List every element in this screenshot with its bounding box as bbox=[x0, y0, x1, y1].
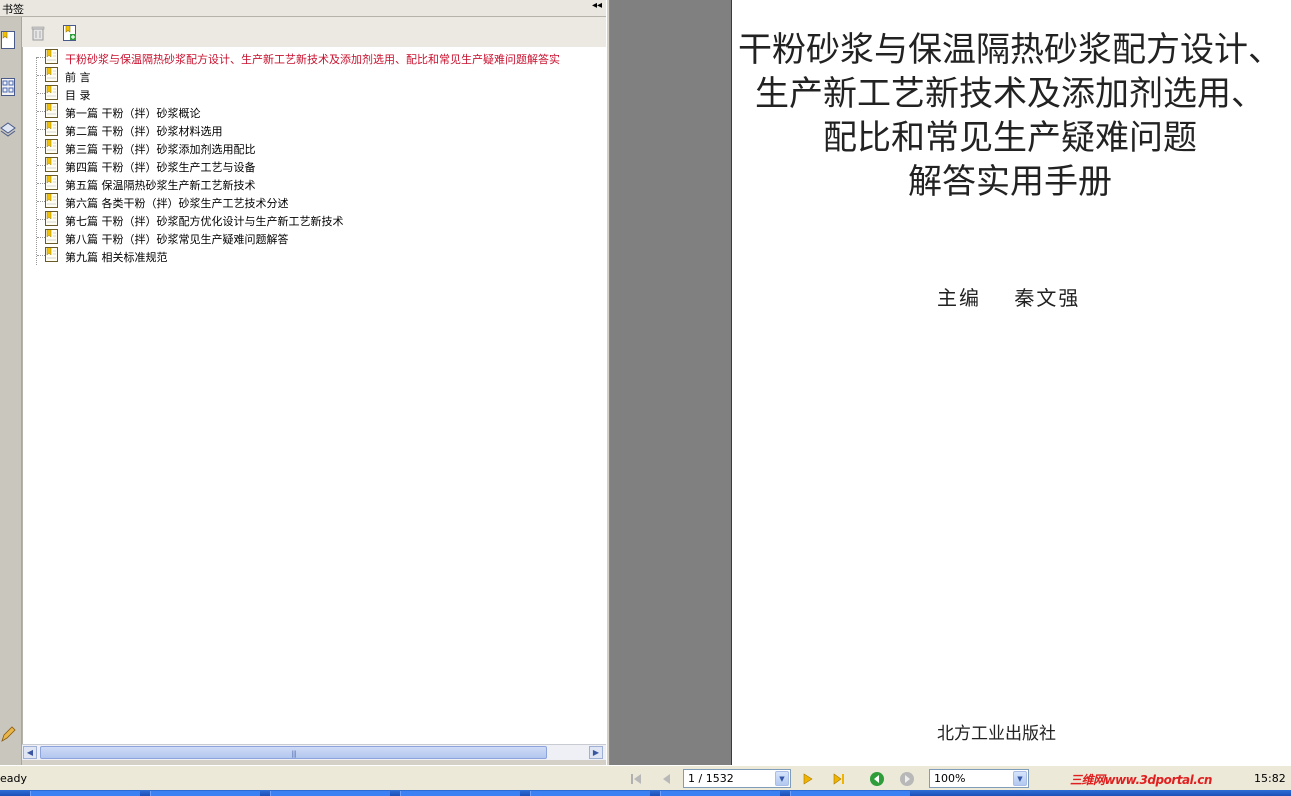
document-page: 干粉砂浆与保温隔热砂浆配方设计、 生产新工艺新技术及添加剂选用、 配比和常见生产… bbox=[731, 0, 1291, 765]
bookmark-icon bbox=[45, 85, 58, 100]
bookmark-label: 目 录 bbox=[65, 89, 91, 102]
taskbar-button[interactable] bbox=[660, 791, 780, 796]
bookmark-icon bbox=[45, 49, 58, 64]
scroll-right-icon[interactable]: ▶ bbox=[589, 746, 603, 759]
bookmark-label: 第五篇 保温隔热砂浆生产新工艺新技术 bbox=[65, 179, 256, 192]
bookmark-label: 第八篇 干粉（拌）砂浆常见生产疑难问题解答 bbox=[65, 233, 289, 246]
bookmark-icon bbox=[45, 121, 58, 136]
zoom-value: 100% bbox=[934, 772, 966, 785]
bookmark-label: 前 言 bbox=[65, 71, 91, 84]
bookmark-icon bbox=[45, 139, 58, 154]
collapse-panel-button[interactable]: ◂◂ bbox=[592, 0, 602, 11]
previous-page-icon[interactable] bbox=[658, 771, 674, 787]
bookmark-horizontal-scrollbar[interactable]: ◀ ||| ▶ bbox=[22, 744, 606, 760]
tree-connector bbox=[37, 75, 45, 76]
taskbar-button[interactable] bbox=[530, 791, 650, 796]
new-bookmark-icon[interactable] bbox=[60, 23, 80, 43]
thumbnails-tab-icon[interactable] bbox=[0, 78, 16, 96]
bookmark-item[interactable]: 第七篇 干粉（拌）砂浆配方优化设计与生产新工艺新技术 bbox=[23, 210, 606, 228]
tree-connector bbox=[37, 111, 45, 112]
bookmark-icon bbox=[45, 175, 58, 190]
delete-bookmark-icon[interactable] bbox=[28, 23, 48, 43]
book-title-line-1: 干粉砂浆与保温隔热砂浆配方设计、 bbox=[738, 30, 1282, 70]
taskbar-button[interactable] bbox=[30, 791, 140, 796]
clock-text: 15:82 bbox=[1254, 772, 1286, 785]
status-text: eady bbox=[0, 772, 28, 785]
taskbar-button[interactable] bbox=[790, 791, 910, 796]
bookmark-item[interactable]: 第一篇 干粉（拌）砂浆概论 bbox=[23, 102, 606, 120]
scroll-left-icon[interactable]: ◀ bbox=[23, 746, 37, 759]
go-forward-icon[interactable] bbox=[899, 771, 915, 787]
tree-connector bbox=[37, 129, 45, 130]
scroll-thumb[interactable]: ||| bbox=[40, 746, 547, 759]
bookmarks-tab-icon[interactable] bbox=[0, 31, 16, 49]
bookmark-icon bbox=[45, 229, 58, 244]
tree-connector bbox=[37, 237, 45, 238]
bookmark-item[interactable]: 前 言 bbox=[23, 66, 606, 84]
bookmark-label: 第六篇 各类干粉（拌）砂浆生产工艺技术分述 bbox=[65, 197, 289, 210]
bookmark-icon bbox=[45, 157, 58, 172]
page-dropdown-icon[interactable]: ▼ bbox=[775, 771, 789, 786]
taskbar-button[interactable] bbox=[270, 791, 390, 796]
bookmark-label: 第二篇 干粉（拌）砂浆材料选用 bbox=[65, 125, 223, 138]
go-back-icon[interactable] bbox=[869, 771, 885, 787]
first-page-icon[interactable] bbox=[628, 771, 644, 787]
bookmark-icon bbox=[45, 103, 58, 118]
bookmark-icon bbox=[45, 247, 58, 262]
next-page-icon[interactable] bbox=[800, 771, 816, 787]
book-title-line-2: 生产新工艺新技术及添加剂选用、 bbox=[755, 74, 1265, 114]
tree-connector bbox=[37, 165, 45, 166]
pencil-icon[interactable] bbox=[0, 725, 16, 743]
bookmark-item[interactable]: 第三篇 干粉（拌）砂浆添加剂选用配比 bbox=[23, 138, 606, 156]
tree-connector bbox=[37, 219, 45, 220]
tree-connector bbox=[37, 255, 45, 256]
bookmark-icon bbox=[45, 211, 58, 226]
bookmark-label: 干粉砂浆与保温隔热砂浆配方设计、生产新工艺新技术及添加剂选用、配比和常见生产疑难… bbox=[65, 53, 560, 66]
tree-connector bbox=[37, 93, 45, 94]
page-number-value: 1 / 1532 bbox=[688, 772, 734, 785]
zoom-field[interactable]: 100% ▼ bbox=[929, 769, 1029, 788]
bookmark-item[interactable]: 第五篇 保温隔热砂浆生产新工艺新技术 bbox=[23, 174, 606, 192]
scroll-grip-icon: ||| bbox=[291, 750, 296, 758]
bookmark-item[interactable]: 第六篇 各类干粉（拌）砂浆生产工艺技术分述 bbox=[23, 192, 606, 210]
bookmark-label: 第七篇 干粉（拌）砂浆配方优化设计与生产新工艺新技术 bbox=[65, 215, 344, 228]
zoom-dropdown-icon[interactable]: ▼ bbox=[1013, 771, 1027, 786]
tree-connector bbox=[37, 57, 45, 58]
book-editor: 主编 秦文强 bbox=[937, 286, 1081, 310]
panel-title: 书签 bbox=[2, 3, 24, 16]
taskbar-button[interactable] bbox=[150, 791, 260, 796]
status-bar: eady 1 / 1532 ▼ 100% ▼ 三维网www.3dportal.c… bbox=[0, 765, 1291, 790]
bookmark-panel-header: 书签 ◂◂ bbox=[0, 0, 606, 17]
bookmark-label: 第三篇 干粉（拌）砂浆添加剂选用配比 bbox=[65, 143, 256, 156]
last-page-icon[interactable] bbox=[831, 771, 847, 787]
taskbar bbox=[0, 790, 1291, 796]
bookmark-item[interactable]: 第九篇 相关标准规范 bbox=[23, 246, 606, 264]
taskbar-button[interactable] bbox=[400, 791, 520, 796]
bookmark-icon bbox=[45, 193, 58, 208]
document-view[interactable]: 干粉砂浆与保温隔热砂浆配方设计、 生产新工艺新技术及添加剂选用、 配比和常见生产… bbox=[610, 0, 1291, 765]
book-title: 干粉砂浆与保温隔热砂浆配方设计、 生产新工艺新技术及添加剂选用、 配比和常见生产… bbox=[732, 28, 1288, 204]
tree-connector bbox=[37, 201, 45, 202]
book-publisher: 北方工业出版社 bbox=[937, 724, 1056, 744]
bookmark-tree: 干粉砂浆与保温隔热砂浆配方设计、生产新工艺新技术及添加剂选用、配比和常见生产疑难… bbox=[22, 47, 606, 744]
layers-tab-icon[interactable] bbox=[0, 121, 16, 139]
bookmark-label: 第九篇 相关标准规范 bbox=[65, 251, 168, 264]
tree-connector bbox=[37, 183, 45, 184]
page-number-field[interactable]: 1 / 1532 ▼ bbox=[683, 769, 791, 788]
bookmark-item[interactable]: 第四篇 干粉（拌）砂浆生产工艺与设备 bbox=[23, 156, 606, 174]
book-title-line-4: 解答实用手册 bbox=[908, 162, 1112, 202]
bookmark-label: 第四篇 干粉（拌）砂浆生产工艺与设备 bbox=[65, 161, 256, 174]
tree-connector bbox=[37, 147, 45, 148]
bookmark-item[interactable]: 目 录 bbox=[23, 84, 606, 102]
bookmark-item[interactable]: 第二篇 干粉（拌）砂浆材料选用 bbox=[23, 120, 606, 138]
navigation-icon-strip bbox=[0, 17, 22, 765]
book-title-line-3: 配比和常见生产疑难问题 bbox=[823, 118, 1197, 158]
bookmark-item[interactable]: 干粉砂浆与保温隔热砂浆配方设计、生产新工艺新技术及添加剂选用、配比和常见生产疑难… bbox=[23, 48, 606, 66]
bookmark-toolbar bbox=[22, 17, 606, 47]
watermark-text: 三维网www.3dportal.cn bbox=[1070, 773, 1212, 787]
bookmark-icon bbox=[45, 67, 58, 82]
bookmark-label: 第一篇 干粉（拌）砂浆概论 bbox=[65, 107, 201, 120]
bookmark-item[interactable]: 第八篇 干粉（拌）砂浆常见生产疑难问题解答 bbox=[23, 228, 606, 246]
